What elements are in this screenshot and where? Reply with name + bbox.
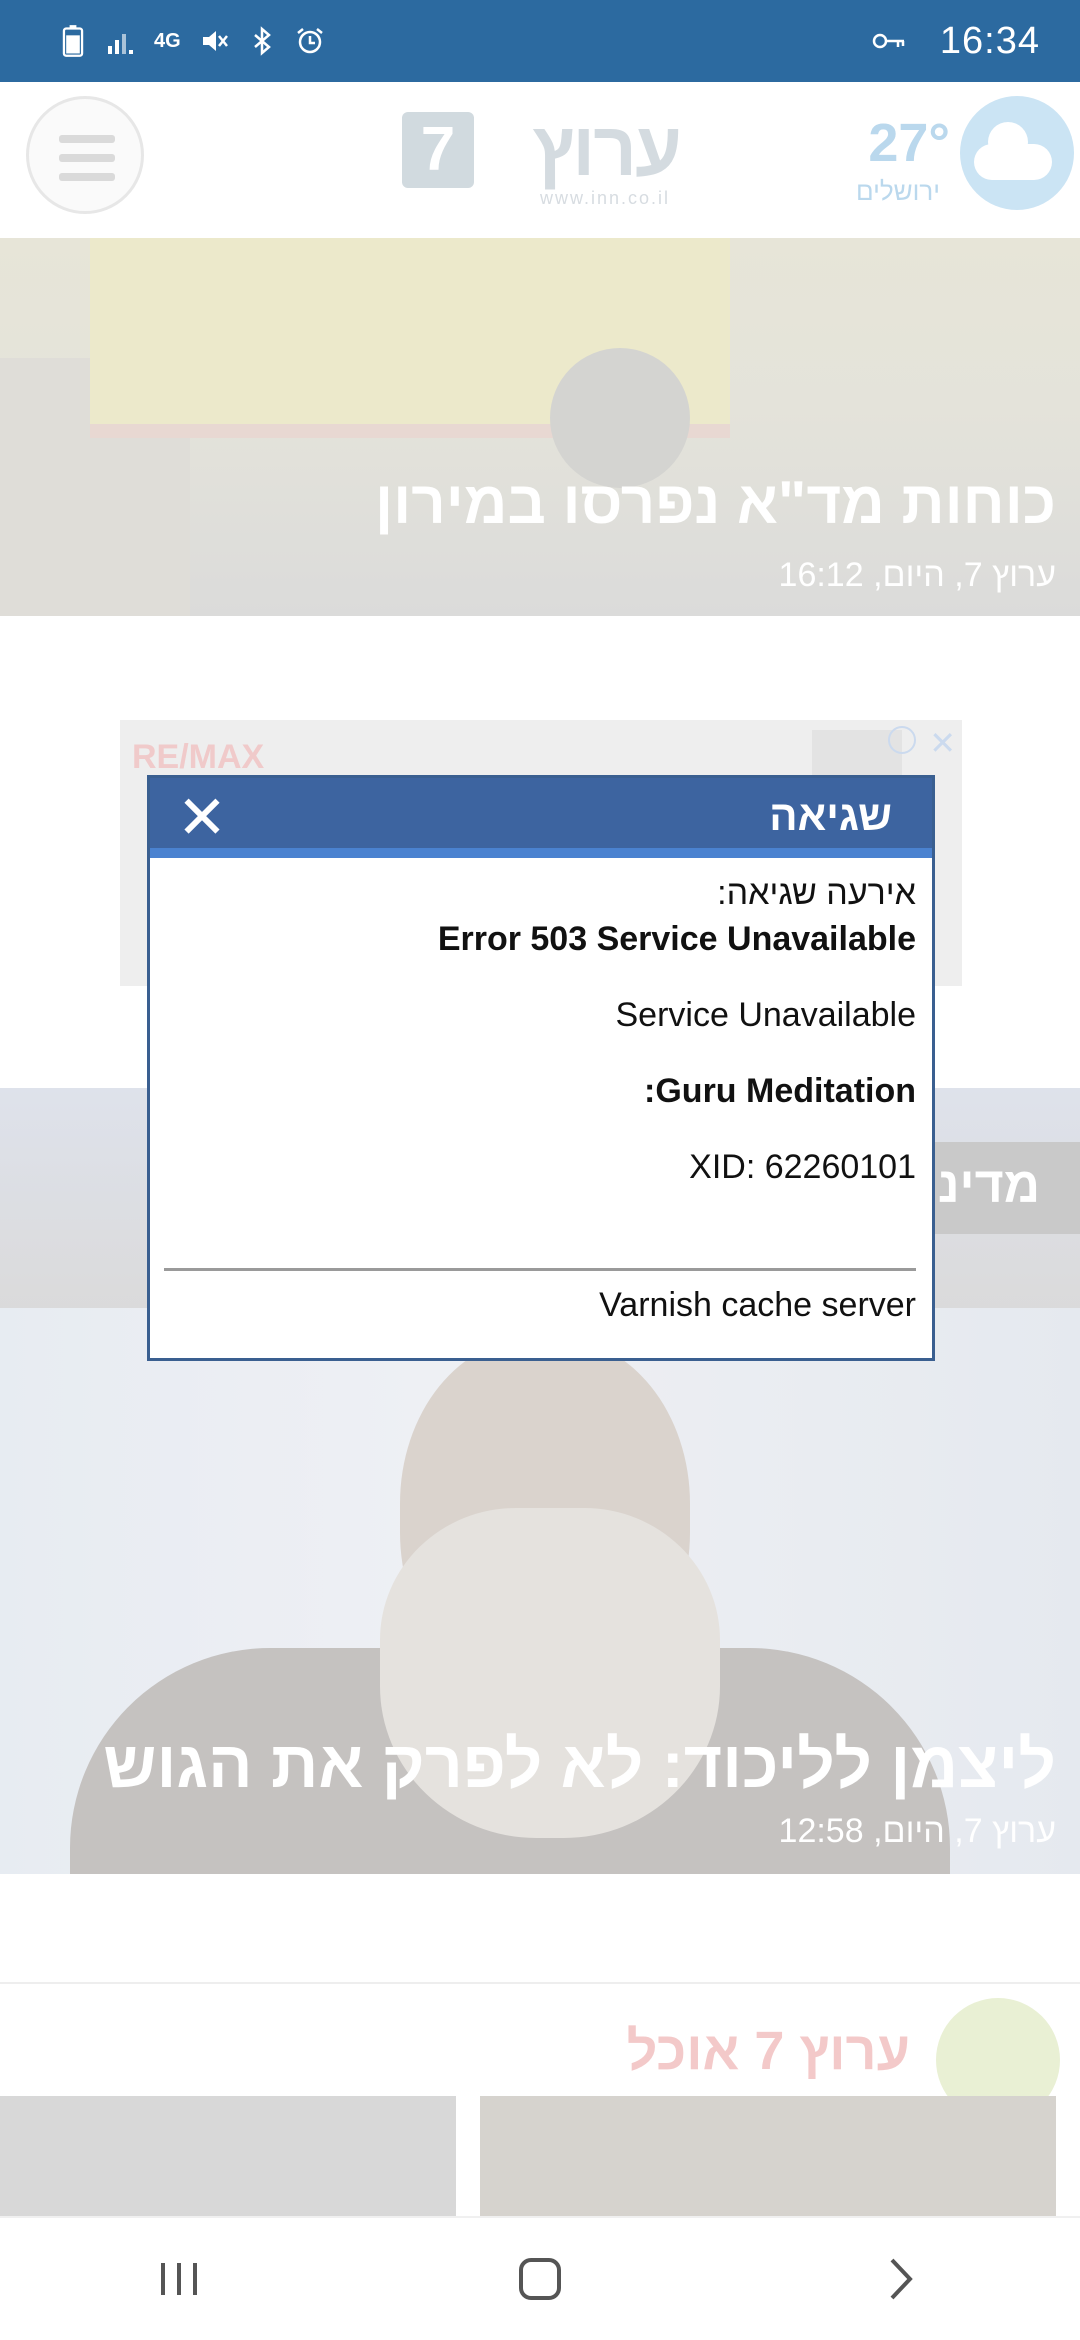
alarm-icon <box>296 28 323 54</box>
error-intro: אירעה שגיאה: <box>717 874 916 912</box>
status-icons-right: 16:34 <box>872 20 1040 63</box>
dialog-header: שגיאה ✕ <box>150 778 932 858</box>
error-guru-heading: :Guru Meditation <box>644 1072 916 1110</box>
home-button[interactable] <box>500 2239 580 2319</box>
signal-icon <box>108 34 133 54</box>
back-button[interactable] <box>860 2239 940 2319</box>
error-server: Varnish cache server <box>599 1286 916 1324</box>
error-xid: XID: 62260101 <box>689 1148 916 1186</box>
recent-apps-button[interactable] <box>140 2239 220 2319</box>
close-icon[interactable]: ✕ <box>176 788 228 848</box>
clock: 16:34 <box>939 19 1040 62</box>
battery-icon <box>62 25 84 57</box>
error-service-text: Service Unavailable <box>615 996 917 1034</box>
dialog-title: שגיאה <box>769 792 892 839</box>
chevron-right-icon <box>890 2258 913 2300</box>
mute-icon <box>202 31 228 51</box>
screen: 4G 16:34 7 ערוץ www.inn.co.il 27° ירושלי… <box>0 0 1080 2340</box>
network-type: 4G <box>154 29 181 52</box>
status-bar: 4G 16:34 <box>0 0 1080 82</box>
status-icons-left: 4G <box>58 24 325 58</box>
error-dialog: שגיאה ✕ אירעה שגיאה: Error 503 Service U… <box>147 775 935 1361</box>
vpn-key-icon <box>872 33 905 49</box>
recent-apps-icon <box>161 2263 197 2295</box>
error-heading: Error 503 Service Unavailable <box>437 920 916 958</box>
system-navigation-bar <box>0 2216 1080 2340</box>
dialog-separator <box>164 1268 916 1271</box>
bluetooth-icon <box>253 26 271 56</box>
home-icon <box>519 2258 561 2300</box>
